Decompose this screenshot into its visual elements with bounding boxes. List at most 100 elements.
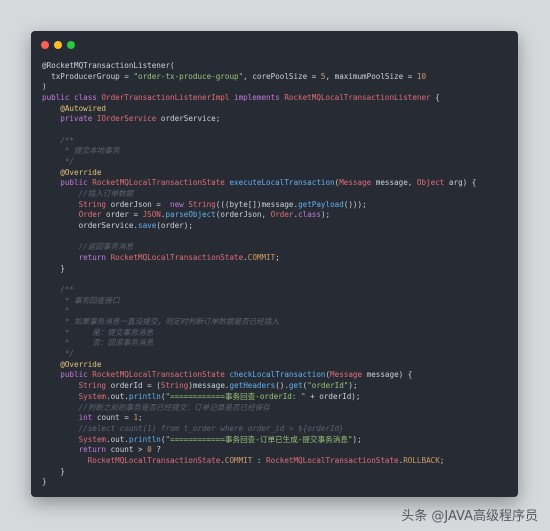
code-line: private IOrderService orderService; — [42, 114, 476, 125]
code-token: (). — [275, 381, 289, 391]
code-token: implements — [229, 93, 285, 103]
code-line: String orderJson = new String(((byte[])m… — [42, 200, 476, 211]
code-token: return — [42, 253, 111, 263]
code-token: Message — [339, 178, 372, 188]
code-token: */ — [42, 157, 75, 167]
code-line: System.out.println("============事务回查-订单已… — [42, 435, 476, 446]
code-line: /** — [42, 136, 476, 147]
code-token: IOrderService — [96, 114, 157, 124]
code-token: } — [42, 263, 65, 273]
code-token: get — [288, 381, 303, 391]
code-token: ) — [42, 82, 47, 92]
code-token: //插入订单数据 — [42, 189, 134, 199]
code-line: @Autowired — [42, 104, 476, 115]
code-token: * 是：提交事务消息 — [42, 327, 154, 337]
code-token: ; — [275, 253, 280, 263]
code-token: * 否：回滚事务消息 — [42, 338, 154, 348]
code-token: .out. — [106, 434, 129, 444]
code-token: ); — [320, 210, 331, 220]
code-token: * 事务回查接口 — [42, 295, 120, 305]
code-token: 10 — [416, 71, 427, 81]
code-token: checkLocalTransaction — [229, 370, 326, 380]
code-token: * 如果事务消息一直没提交，则定时判断订单数据是否已经插入 — [42, 317, 280, 327]
code-token: orderService. — [42, 221, 139, 231]
code-token: println — [128, 391, 161, 401]
code-token: @Autowired — [42, 103, 107, 113]
code-token: "============事务回查-orderId: " — [165, 391, 306, 401]
code-token: "order-tx-produce-group" — [133, 71, 244, 81]
code-token: executeLocalTransaction — [229, 178, 335, 188]
code-token: public — [42, 370, 93, 380]
code-line: RocketMQLocalTransactionState.COMMIT : R… — [42, 456, 476, 467]
code-token: "orderId" — [307, 381, 349, 391]
code-token: //返回事务消息 — [42, 242, 134, 252]
code-token: ? — [151, 445, 161, 455]
code-token: RocketMQLocalTransactionState — [42, 455, 221, 465]
code-token: println — [128, 434, 161, 444]
code-line: public class OrderTransactionListenerImp… — [42, 93, 476, 104]
code-token: + orderId); — [305, 391, 361, 401]
code-token: ROLLBACK — [403, 455, 440, 465]
code-token: ; — [439, 455, 445, 465]
code-line: @Override — [42, 168, 476, 179]
code-line: //判断之前的事务是否已经提交：订单记录是否已经保存 — [42, 403, 476, 414]
code-line: */ — [42, 157, 476, 168]
code-token: { — [430, 93, 440, 103]
code-line: } — [42, 467, 476, 478]
code-token: txProducerGroup = — [42, 71, 134, 81]
code-token: /** — [42, 285, 75, 295]
code-token: class — [298, 210, 321, 220]
code-token: //select count(1) from t_order where ord… — [42, 423, 344, 433]
code-token: Order — [270, 210, 294, 220]
code-token: : — [252, 455, 267, 465]
minimize-dot-icon[interactable] — [54, 41, 62, 49]
code-token: */ — [42, 349, 75, 359]
code-token: )message. — [188, 381, 230, 391]
code-token: message, — [371, 178, 417, 188]
code-line: //返回事务消息 — [42, 242, 476, 253]
code-token: ); — [348, 381, 358, 391]
code-line: * — [42, 306, 476, 317]
code-line: return RocketMQLocalTransactionState.COM… — [42, 253, 476, 264]
code-token: } — [42, 477, 47, 487]
code-line: public RocketMQLocalTransactionState che… — [42, 370, 476, 381]
close-dot-icon[interactable] — [41, 41, 49, 49]
code-window: @RocketMQTransactionListener( txProducer… — [31, 31, 518, 497]
code-token: /** — [42, 135, 75, 145]
code-token: String — [42, 381, 107, 391]
code-token: String — [42, 199, 107, 209]
code-token: orderId = ( — [106, 381, 161, 391]
zoom-dot-icon[interactable] — [67, 41, 75, 49]
code-token: String — [188, 199, 216, 209]
code-token: public class — [42, 93, 102, 103]
code-token: Object — [416, 178, 445, 188]
code-token: order = — [101, 210, 143, 220]
code-token: System — [42, 391, 107, 401]
code-token: RocketMQLocalTransactionState — [266, 455, 399, 465]
code-line: public RocketMQLocalTransactionState exe… — [42, 178, 476, 189]
code-line: txProducerGroup = "order-tx-produce-grou… — [42, 72, 476, 83]
code-line: System.out.println("============事务回查-ord… — [42, 392, 476, 403]
code-token: * 提交本地事务 — [42, 146, 120, 156]
code-token: orderJson = — [106, 199, 171, 209]
code-line: * 如果事务消息一直没提交，则定时判断订单数据是否已经插入 — [42, 317, 476, 328]
code-line: } — [42, 264, 476, 275]
code-token: JSON — [142, 210, 161, 220]
code-token: ())); — [343, 199, 367, 209]
code-token: private — [42, 114, 97, 124]
code-token: //判断之前的事务是否已经提交：订单记录是否已经保存 — [42, 402, 270, 412]
code-line: */ — [42, 349, 476, 360]
code-token: message) { — [362, 370, 413, 380]
code-token: return — [42, 445, 107, 455]
code-line: * 提交本地事务 — [42, 146, 476, 157]
code-line: int count = 1; — [42, 413, 476, 424]
watermark: 头条 @JAVA高级程序员 — [401, 509, 538, 524]
code-token: @Override — [42, 167, 102, 177]
code-token: , corePoolSize = — [243, 71, 321, 81]
code-token: getHeaders — [229, 381, 276, 391]
code-token: @Override — [42, 359, 102, 369]
code-token: parseObject — [165, 210, 216, 220]
code-token: "============事务回查-订单已生成-提交事务消息" — [165, 434, 353, 444]
